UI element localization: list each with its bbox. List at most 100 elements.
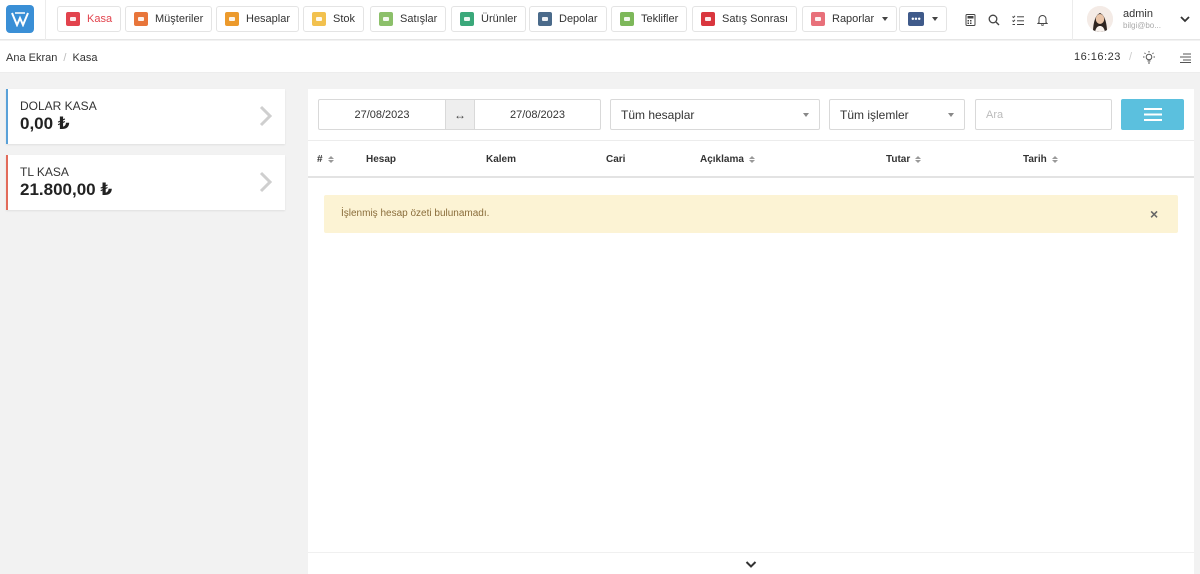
- wallet-icon: [225, 12, 239, 26]
- column-header-tarih[interactable]: Tarih: [1023, 154, 1058, 165]
- nav-urunler[interactable]: Ürünler: [451, 6, 527, 32]
- date-from-input[interactable]: 27/08/2023: [319, 100, 445, 129]
- nav-label: Raporlar: [832, 13, 875, 25]
- tools-icon: [701, 12, 715, 26]
- task-list-icon[interactable]: [1011, 13, 1025, 27]
- kasa-balance: 0,00 ₺: [20, 114, 70, 133]
- column-header-aciklama[interactable]: Açıklama: [700, 154, 755, 165]
- column-label: Tarih: [1023, 154, 1047, 165]
- kasa-balance: 21.800,00 ₺: [20, 180, 113, 199]
- logo-icon: [11, 12, 29, 27]
- nav-teklifler[interactable]: Teklifler: [611, 6, 688, 32]
- kasa-card-tl[interactable]: TL KASA 21.800,00 ₺: [6, 155, 285, 210]
- avatar[interactable]: [1087, 6, 1113, 32]
- calculator-icon[interactable]: [963, 13, 977, 27]
- alert-message: İşlenmiş hesap özeti bulunamadı.: [341, 208, 490, 219]
- nav-stok[interactable]: Stok: [303, 6, 365, 32]
- nav-label: Kasa: [87, 13, 113, 25]
- search-icon[interactable]: [987, 13, 1001, 27]
- column-label: Tutar: [886, 154, 911, 165]
- search-input[interactable]: [975, 99, 1112, 130]
- nav-label: Satışlar: [400, 13, 438, 25]
- transactions-panel: 27/08/2023 ↔ 27/08/2023 Tüm hesaplar Tüm…: [308, 89, 1194, 574]
- nav-label: Hesaplar: [246, 13, 291, 25]
- app-logo[interactable]: [6, 5, 34, 33]
- box-icon: [312, 12, 326, 26]
- nav-raporlar[interactable]: Raporlar: [802, 6, 898, 32]
- breadcrumb-separator: /: [63, 52, 67, 64]
- hamburger-menu-icon[interactable]: [1180, 52, 1191, 66]
- kasa-name: TL KASA: [20, 165, 69, 179]
- account-select[interactable]: Tüm hesaplar: [610, 99, 820, 130]
- empty-state-alert: İşlenmiş hesap özeti bulunamadı. ×: [324, 195, 1178, 233]
- close-icon[interactable]: ×: [1150, 207, 1158, 221]
- nav-satis-sonrasi[interactable]: Satış Sonrası: [692, 6, 798, 32]
- divider: [45, 0, 46, 40]
- chevron-down-icon[interactable]: [1180, 12, 1190, 26]
- avatar-image: [1087, 6, 1113, 32]
- chevron-down-icon[interactable]: [745, 558, 757, 572]
- lightbulb-icon[interactable]: [1142, 51, 1156, 67]
- nav-more[interactable]: •••: [899, 6, 947, 32]
- nav-depolar[interactable]: Depolar: [529, 6, 607, 32]
- date-range-picker: 27/08/2023 ↔ 27/08/2023: [318, 99, 601, 130]
- column-label: Cari: [606, 154, 626, 165]
- nav-musteriler[interactable]: Müşteriler: [125, 6, 213, 32]
- breadcrumb: Ana Ekran / Kasa: [6, 52, 98, 64]
- column-header-kalem: Kalem: [486, 154, 516, 165]
- chart-icon: [811, 12, 825, 26]
- sort-icon: [748, 156, 755, 163]
- breadcrumb-current: Kasa: [72, 52, 98, 64]
- more-dots-icon: •••: [908, 12, 924, 26]
- column-header-hesap: Hesap: [366, 154, 396, 165]
- account-select-value: Tüm hesaplar: [621, 107, 695, 122]
- table-header: # Hesap Kalem Cari Açıklama Tutar Tarih: [308, 140, 1194, 178]
- column-header-tutar[interactable]: Tutar: [886, 154, 922, 165]
- sort-icon: [1051, 156, 1058, 163]
- list-menu-button[interactable]: [1121, 99, 1184, 130]
- chevron-right-icon: [259, 105, 273, 130]
- date-range-arrow-icon: ↔: [445, 100, 475, 129]
- caret-down-icon: [932, 17, 938, 21]
- column-header-number[interactable]: #: [317, 154, 334, 165]
- kasa-card-dolar[interactable]: DOLAR KASA 0,00 ₺: [6, 89, 285, 144]
- bell-icon[interactable]: [1035, 13, 1049, 27]
- nav-label: Stok: [333, 13, 356, 25]
- hamburger-icon: [1143, 108, 1162, 121]
- chevron-right-icon: [259, 171, 273, 196]
- operation-select[interactable]: Tüm işlemler: [829, 99, 965, 130]
- warehouse-icon: [538, 12, 552, 26]
- sort-icon: [327, 156, 334, 163]
- document-icon: [620, 12, 634, 26]
- caret-down-icon: [948, 113, 954, 117]
- nav-hesaplar[interactable]: Hesaplar: [216, 6, 300, 32]
- product-icon: [460, 12, 474, 26]
- breadcrumb-bar: Ana Ekran / Kasa 16:16:23 /: [0, 41, 1200, 73]
- user-email: bilgi@bo...: [1123, 21, 1161, 30]
- nav-label: Teklifler: [641, 13, 679, 25]
- panel-footer: [308, 552, 1194, 574]
- column-label: Açıklama: [700, 154, 744, 165]
- nav-label: Satış Sonrası: [722, 13, 789, 25]
- clock: 16:16:23: [1074, 51, 1121, 63]
- breadcrumb-home[interactable]: Ana Ekran: [6, 52, 57, 64]
- column-label: Kalem: [486, 154, 517, 165]
- top-navbar: Kasa Müşteriler Hesaplar Stok Satışlar Ü…: [0, 0, 1200, 40]
- folder-icon: [379, 12, 393, 26]
- nav-satislar[interactable]: Satışlar: [370, 6, 447, 32]
- column-header-cari: Cari: [606, 154, 625, 165]
- nav-label: Müşteriler: [155, 13, 204, 25]
- column-label: #: [317, 154, 323, 165]
- divider: [1072, 0, 1073, 40]
- date-to-input[interactable]: 27/08/2023: [475, 100, 600, 129]
- caret-down-icon: [803, 113, 809, 117]
- cash-register-icon: [66, 12, 80, 26]
- operation-select-value: Tüm işlemler: [840, 107, 909, 122]
- sort-icon: [915, 156, 922, 163]
- divider: /: [1129, 51, 1133, 63]
- nav-kasa[interactable]: Kasa: [57, 6, 122, 32]
- caret-down-icon: [882, 17, 889, 21]
- user-name[interactable]: admin: [1123, 8, 1153, 20]
- nav-label: Ürünler: [481, 13, 518, 25]
- kasa-name: DOLAR KASA: [20, 99, 97, 113]
